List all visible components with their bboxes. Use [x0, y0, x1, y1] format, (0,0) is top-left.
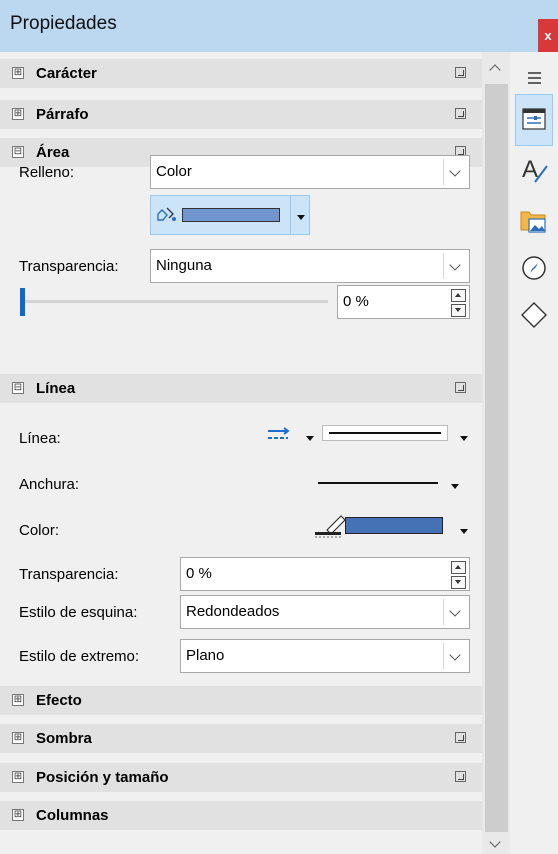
slider-track: [20, 300, 328, 303]
line-color-label: Color:: [19, 522, 60, 539]
expand-icon[interactable]: ⊞: [12, 809, 24, 821]
area-transparency-percent: 0 %: [343, 293, 369, 310]
more-options-icon[interactable]: [455, 67, 466, 78]
more-options-icon[interactable]: [455, 732, 466, 743]
section-caracter-label: Carácter: [36, 65, 97, 82]
dropdown-arrow-icon[interactable]: [306, 436, 314, 441]
vertical-scrollbar[interactable]: [482, 52, 510, 854]
section-efecto-label: Efecto: [36, 692, 82, 709]
section-parrafo[interactable]: ⊞ Párrafo: [0, 100, 482, 130]
fill-color-button[interactable]: [150, 195, 310, 235]
dropdown-arrow-icon[interactable]: [460, 436, 468, 441]
section-columnas[interactable]: ⊞ Columnas: [0, 801, 482, 831]
chevron-down-icon[interactable]: [443, 643, 467, 669]
svg-text:A: A: [522, 156, 538, 183]
spin-up-icon[interactable]: [451, 289, 466, 302]
section-parrafo-label: Párrafo: [36, 106, 89, 123]
line-style-select[interactable]: [322, 425, 448, 441]
more-options-icon[interactable]: [455, 108, 466, 119]
navigator-icon[interactable]: [515, 250, 553, 286]
line-color-swatch[interactable]: [345, 517, 443, 534]
gallery-icon[interactable]: [515, 202, 553, 238]
spin-buttons[interactable]: [451, 561, 466, 589]
title-bar: Propiedades x: [0, 0, 558, 52]
expand-icon[interactable]: ⊞: [12, 732, 24, 744]
more-options-icon[interactable]: [455, 771, 466, 782]
section-area-label: Área: [36, 144, 70, 161]
end-style-select[interactable]: Plano: [180, 639, 470, 673]
section-posicion[interactable]: ⊞ Posición y tamaño: [0, 763, 482, 793]
transparency-slider[interactable]: [20, 285, 330, 319]
sidebar-tab-bar: A: [510, 52, 558, 854]
chevron-down-icon[interactable]: [443, 599, 467, 625]
area-transparency-label: Transparencia:: [19, 258, 119, 275]
dropdown-arrow-icon[interactable]: [297, 215, 305, 220]
collapse-icon[interactable]: ⊟: [12, 146, 24, 158]
scrollbar-thumb[interactable]: [485, 84, 508, 832]
line-color-pen-icon: [315, 515, 346, 538]
window-title: Propiedades: [10, 13, 117, 34]
properties-icon[interactable]: [515, 94, 553, 146]
line-transparency-value: 0 %: [186, 565, 212, 582]
spin-down-icon[interactable]: [451, 576, 466, 589]
corner-style-label: Estilo de esquina:: [19, 604, 138, 621]
line-transparency-label: Transparencia:: [19, 566, 119, 583]
scroll-down-icon[interactable]: [489, 836, 501, 848]
line-transparency-field[interactable]: 0 %: [180, 557, 470, 591]
corner-style-select[interactable]: Redondeados: [180, 595, 470, 629]
section-linea-label: Línea: [36, 380, 76, 397]
line-style-label: Línea:: [19, 430, 61, 447]
area-transparency-percent-field[interactable]: 0 %: [337, 285, 470, 319]
shapes-icon[interactable]: [515, 297, 553, 333]
area-transparency-value: Ninguna: [156, 257, 212, 274]
line-width-label: Anchura:: [19, 476, 80, 493]
slider-thumb[interactable]: [20, 288, 25, 316]
section-sombra-label: Sombra: [36, 730, 92, 747]
section-linea[interactable]: ⊟ Línea: [0, 374, 482, 404]
dropdown-arrow-icon[interactable]: [460, 529, 468, 534]
section-efecto[interactable]: ⊞ Efecto: [0, 686, 482, 716]
expand-icon[interactable]: ⊞: [12, 108, 24, 120]
end-style-value: Plano: [186, 647, 225, 664]
section-sombra[interactable]: ⊞ Sombra: [0, 724, 482, 754]
expand-icon[interactable]: ⊞: [12, 694, 24, 706]
fill-label: Relleno:: [19, 164, 75, 181]
section-columnas-label: Columnas: [36, 807, 109, 824]
area-transparency-select[interactable]: Ninguna: [150, 249, 470, 283]
expand-icon[interactable]: ⊞: [12, 771, 24, 783]
corner-style-value: Redondeados: [186, 603, 280, 620]
scroll-up-icon[interactable]: [489, 64, 501, 76]
line-width-preview[interactable]: [318, 482, 438, 484]
end-style-label: Estilo de extremo:: [19, 648, 140, 665]
section-posicion-label: Posición y tamaño: [36, 769, 169, 786]
section-caracter[interactable]: ⊞ Carácter: [0, 59, 482, 89]
spin-buttons[interactable]: [451, 289, 466, 317]
paint-bucket-icon: [157, 207, 176, 221]
fill-type-select[interactable]: Color: [150, 155, 470, 189]
collapse-icon[interactable]: ⊟: [12, 382, 24, 394]
expand-icon[interactable]: ⊞: [12, 67, 24, 79]
chevron-down-icon[interactable]: [443, 159, 467, 185]
styles-icon[interactable]: A: [515, 152, 553, 188]
properties-panel: ⊞ Carácter ⊞ Párrafo ⊟ Área Relleno: Col…: [0, 52, 482, 854]
chevron-down-icon[interactable]: [443, 253, 467, 279]
close-button[interactable]: x: [538, 19, 558, 52]
arrow-style-icon[interactable]: [266, 426, 296, 444]
more-options-icon[interactable]: [455, 382, 466, 393]
line-style-preview: [329, 432, 441, 434]
spin-up-icon[interactable]: [451, 561, 466, 574]
fill-color-swatch: [182, 208, 280, 222]
dropdown-arrow-icon[interactable]: [451, 484, 459, 489]
fill-type-value: Color: [156, 163, 192, 180]
spin-down-icon[interactable]: [451, 304, 466, 317]
